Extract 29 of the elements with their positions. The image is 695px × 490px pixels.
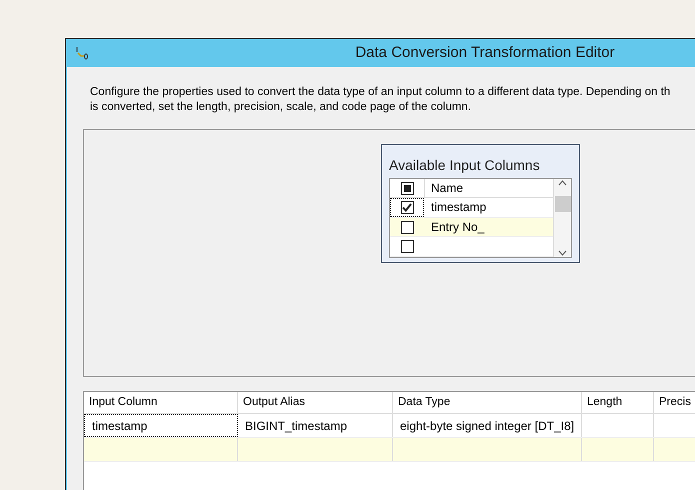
table-cell: timestamp xyxy=(84,414,238,437)
checkbox[interactable] xyxy=(400,200,414,214)
box-title: Available Input Columns xyxy=(388,156,541,175)
scroll-thumb[interactable] xyxy=(554,196,570,212)
partial-mark-icon xyxy=(404,184,410,192)
data-conversion-icon xyxy=(75,46,89,60)
table-cell: eight-byte signed integer [DT_I8] xyxy=(393,414,582,437)
checkmark-icon xyxy=(402,202,412,212)
grid-row[interactable]: timestamp BIGINT_timestamp eight-byte signed integer [DT_I8] xyxy=(84,414,695,438)
column-name: timestamp xyxy=(430,199,488,216)
table-cell: BIGINT_timestamp xyxy=(238,414,393,437)
scroll-up-icon[interactable] xyxy=(558,180,567,186)
scroll-down-icon[interactable] xyxy=(558,250,567,256)
column-header[interactable]: Data Type xyxy=(393,392,582,413)
column-header[interactable]: Input Column xyxy=(84,392,238,413)
column-header[interactable]: Precis xyxy=(654,392,695,413)
column-row[interactable]: timestamp xyxy=(390,198,553,218)
checkbox[interactable] xyxy=(400,240,414,254)
column-header[interactable]: Output Alias xyxy=(238,392,393,413)
checkbox[interactable] xyxy=(400,220,414,234)
column-row[interactable]: Entry No_ xyxy=(390,218,553,238)
column-header[interactable]: Length xyxy=(582,392,654,413)
window-title: Data Conversion Transformation Editor xyxy=(355,42,615,63)
checkbox[interactable] xyxy=(400,182,414,194)
description-text: is converted, set the length, precision, scale, and code page of the column. xyxy=(90,100,472,115)
description-text: Configure the properties used to convert the data type of an input column to a different data type. Depending on th xyxy=(90,85,672,100)
column-name: Entry No_ xyxy=(430,219,486,236)
scrollbar[interactable] xyxy=(553,179,571,257)
column-header[interactable]: Name xyxy=(425,179,553,197)
